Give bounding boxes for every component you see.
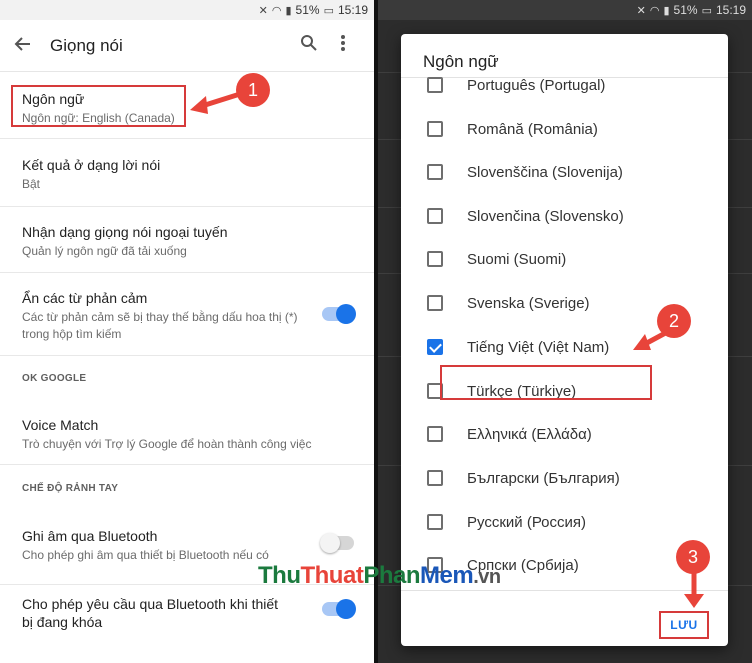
callout-step-2: 2: [657, 304, 691, 338]
checkbox[interactable]: [427, 77, 443, 93]
watermark-part: Thu: [258, 562, 301, 589]
language-option[interactable]: Български (България): [401, 459, 728, 497]
page-title: Giọng nói: [50, 35, 123, 55]
setting-title: Kết quả ở dạng lời nói: [22, 157, 161, 173]
setting-bluetooth-locked[interactable]: Cho phép yêu cầu qua Bluetooth khi thiết…: [0, 585, 374, 663]
checkbox[interactable]: [427, 208, 443, 224]
status-bar: ✕ ◠ ▮ 51% ▭ 15:19: [0, 0, 374, 20]
watermark-part: Phan: [363, 562, 420, 589]
battery-icon: ▭: [323, 4, 334, 17]
checkbox[interactable]: [427, 514, 443, 530]
toggle-knob: [336, 599, 356, 619]
setting-speech-output[interactable]: Kết quả ở dạng lời nói Bật: [0, 139, 374, 207]
mute-icon: ✕: [636, 4, 646, 17]
language-option[interactable]: Slovenščina (Slovenija): [401, 153, 728, 191]
wifi-icon: ◠: [271, 4, 282, 17]
toggle-knob: [320, 533, 340, 553]
status-bar: ✕ ◠ ▮ 51% ▭ 15:19: [378, 0, 752, 20]
toggle-block-offensive[interactable]: [322, 304, 356, 324]
checkbox[interactable]: [427, 426, 443, 442]
battery-level: 51%: [295, 3, 320, 17]
wifi-icon: ◠: [649, 4, 660, 17]
checkbox[interactable]: [427, 164, 443, 180]
watermark-part: Mem: [420, 562, 474, 589]
language-name: Български (България): [467, 469, 620, 487]
language-name: Suomi (Suomi): [467, 250, 567, 268]
language-option[interactable]: Slovenčina (Slovensko): [401, 197, 728, 235]
signal-icon: ▮: [285, 4, 292, 17]
battery-icon: ▭: [701, 4, 712, 17]
language-option[interactable]: Ελληνικά (Ελλάδα): [401, 415, 728, 453]
setting-subtitle: Trò chuyện với Trợ lý Google để hoàn thà…: [22, 437, 312, 451]
section-header-hands-free: CHẾ ĐỘ RẢNH TAY: [22, 483, 119, 494]
language-name: Português (Portugal): [467, 76, 606, 94]
search-icon[interactable]: [292, 34, 326, 57]
watermark-part: Thuat: [300, 562, 364, 589]
toggle-knob: [336, 304, 356, 324]
checkbox[interactable]: [427, 295, 443, 311]
setting-block-offensive[interactable]: Ẩn các từ phản cảm Các từ phản cảm sẽ bị…: [0, 273, 374, 356]
highlight-box-language: [11, 85, 186, 127]
mute-icon: ✕: [258, 4, 268, 17]
language-name: Tiếng Việt (Việt Nam): [467, 338, 610, 356]
language-name: Русский (Россия): [467, 513, 587, 531]
callout-step-3: 3: [676, 540, 710, 574]
watermark-part: .vn: [473, 566, 501, 588]
checkbox[interactable]: [427, 251, 443, 267]
setting-voice-match[interactable]: Voice Match Trò chuyện với Trợ lý Google…: [0, 397, 374, 465]
dialog-divider-bottom: [401, 590, 728, 591]
checkbox[interactable]: [427, 470, 443, 486]
toggle-bluetooth-recording[interactable]: [320, 533, 354, 553]
checkbox-checked[interactable]: [427, 339, 443, 355]
setting-title: Ghi âm qua Bluetooth: [22, 528, 158, 544]
highlight-box-vietnamese: [440, 365, 652, 400]
clock: 15:19: [715, 3, 746, 17]
setting-title: Cho phép yêu cầu qua Bluetooth khi thiết…: [22, 596, 279, 630]
back-arrow-icon[interactable]: [14, 33, 40, 59]
language-name: Română (România): [467, 120, 598, 138]
language-option[interactable]: Română (România): [401, 110, 728, 148]
language-option[interactable]: Suomi (Suomi): [401, 240, 728, 278]
language-name: Slovenčina (Slovensko): [467, 207, 624, 225]
clock: 15:19: [337, 3, 368, 17]
setting-subtitle: Quản lý ngôn ngữ đã tải xuống: [22, 244, 187, 258]
battery-level: 51%: [673, 3, 698, 17]
signal-icon: ▮: [663, 4, 670, 17]
app-bar: Giọng nói: [0, 20, 374, 72]
setting-title: Ẩn các từ phản cảm: [22, 290, 148, 306]
language-option[interactable]: Português (Portugal): [401, 66, 728, 104]
setting-subtitle: Các từ phản cảm sẽ bị thay thế bằng dấu …: [22, 310, 298, 341]
setting-offline-recognition[interactable]: Nhận dạng giọng nói ngoại tuyến Quản lý …: [0, 207, 374, 273]
checkbox[interactable]: [427, 121, 443, 137]
language-name: Svenska (Sverige): [467, 294, 590, 312]
setting-title: Voice Match: [22, 417, 99, 433]
save-button[interactable]: LƯU: [659, 611, 709, 639]
section-header-ok-google: OK GOOGLE: [22, 373, 87, 384]
toggle-bluetooth-locked[interactable]: [322, 599, 356, 619]
language-name: Ελληνικά (Ελλάδα): [467, 425, 592, 443]
more-options-icon[interactable]: [326, 34, 360, 57]
language-name: Slovenščina (Slovenija): [467, 163, 623, 181]
arrow-step-3: [684, 572, 704, 608]
callout-step-1: 1: [236, 73, 270, 107]
setting-subtitle: Bật: [22, 177, 41, 191]
language-option[interactable]: Русский (Россия): [401, 503, 728, 541]
setting-title: Nhận dạng giọng nói ngoại tuyến: [22, 224, 228, 240]
watermark: ThuThuatPhanMem.vn: [258, 562, 501, 590]
